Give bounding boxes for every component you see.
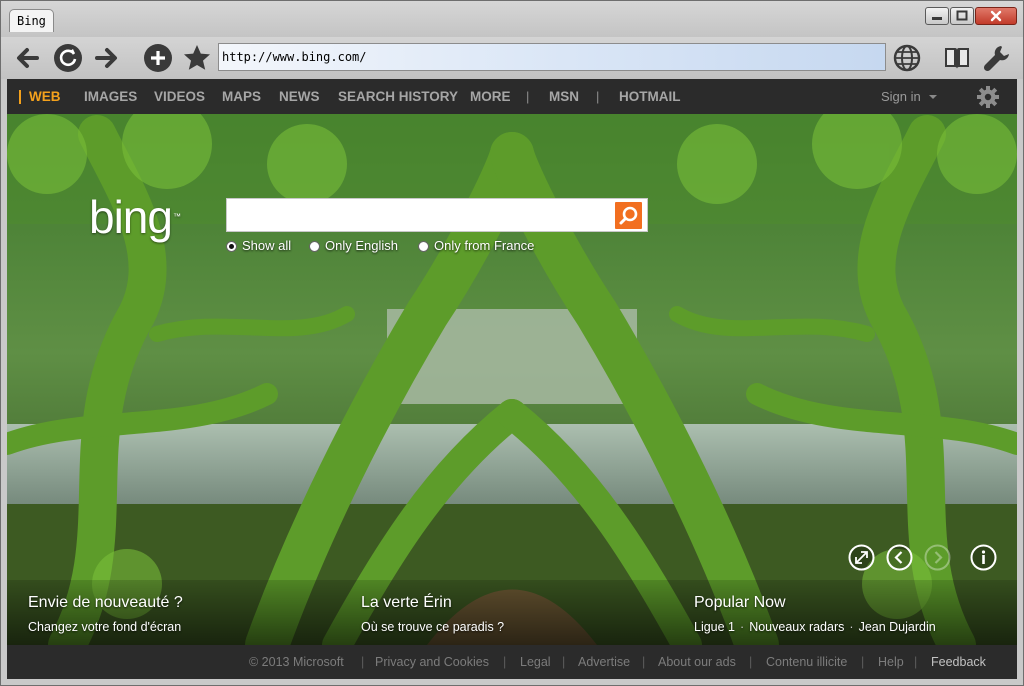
back-icon <box>17 48 39 68</box>
nav-images[interactable]: IMAGES <box>84 79 137 114</box>
add-bookmark-button[interactable] <box>142 42 174 74</box>
nav-separator: | <box>596 89 600 104</box>
search-icon <box>619 206 638 225</box>
footer-separator: | <box>361 655 365 669</box>
forward-icon <box>95 48 117 68</box>
maximize-button[interactable] <box>950 7 974 25</box>
footer-privacy-link[interactable]: Privacy and Cookies <box>375 645 489 679</box>
homepage-image: bing™ Show all Only English Only from Fr… <box>7 114 1017 645</box>
globe-icon <box>893 44 921 72</box>
nav-hotmail[interactable]: HOTMAIL <box>619 79 681 114</box>
next-image-button[interactable] <box>924 544 951 571</box>
tile-subtitle[interactable]: Où se trouve ce paradis ? <box>361 620 504 634</box>
previous-image-button[interactable] <box>886 544 913 571</box>
bookmark-star-icon <box>184 45 210 70</box>
search-input[interactable] <box>226 198 648 232</box>
footer-about-ads-link[interactable]: About our ads <box>658 645 736 679</box>
radio-dot <box>418 241 429 252</box>
radio-dot-selected <box>226 241 237 252</box>
minimize-icon <box>932 17 942 20</box>
tile-title[interactable]: Envie de nouveauté ? <box>28 594 183 612</box>
search-button[interactable] <box>615 202 642 229</box>
nav-web[interactable]: WEB <box>29 79 61 114</box>
popular-link[interactable]: Jean Dujardin <box>859 620 936 634</box>
tile-subtitle[interactable]: Changez votre fond d'écran <box>28 620 181 634</box>
settings-wrench-button[interactable] <box>981 42 1013 74</box>
address-bar[interactable]: http://www.bing.com/ <box>218 43 886 71</box>
radio-dot <box>309 241 320 252</box>
radio-only-from-france[interactable]: Only from France <box>418 238 534 254</box>
footer-separator: | <box>914 655 918 669</box>
maximize-icon <box>956 10 968 21</box>
popular-now-title: Popular Now <box>694 594 786 611</box>
fullscreen-icon <box>848 544 875 571</box>
footer-separator: | <box>861 655 865 669</box>
nav-search-history[interactable]: SEARCH HISTORY <box>338 79 458 114</box>
radio-only-english[interactable]: Only English <box>309 238 398 254</box>
radio-show-all[interactable]: Show all <box>226 238 291 254</box>
fullscreen-button[interactable] <box>848 544 875 571</box>
info-icon <box>970 544 997 571</box>
hero-caption-band <box>7 580 1017 645</box>
nav-separator: | <box>526 89 530 104</box>
footer-bar: © 2013 Microsoft | Privacy and Cookies |… <box>7 645 1017 679</box>
popular-link[interactable]: Nouveaux radars <box>749 620 844 634</box>
wrench-icon <box>983 46 1009 72</box>
popular-now-links: Ligue 1 · Nouveaux radars · Jean Dujardin <box>694 620 936 634</box>
minimize-button[interactable] <box>925 7 949 25</box>
browser-toolbar: http://www.bing.com/ <box>1 37 1023 79</box>
sign-in-link[interactable]: Sign in <box>881 79 921 114</box>
nav-videos[interactable]: VIDEOS <box>154 79 205 114</box>
back-button[interactable] <box>11 42 43 74</box>
gear-icon <box>977 86 999 108</box>
settings-button[interactable] <box>975 84 1001 110</box>
reader-button[interactable] <box>941 42 973 74</box>
next-icon <box>924 544 951 571</box>
footer-separator: | <box>642 655 646 669</box>
close-icon <box>990 10 1002 22</box>
add-icon <box>144 44 172 72</box>
forward-button[interactable] <box>91 42 123 74</box>
browser-tab[interactable]: Bing <box>9 9 54 32</box>
footer-illegal-content-link[interactable]: Contenu illicite <box>766 645 847 679</box>
bing-nav-bar: WEB IMAGES VIDEOS MAPS NEWS SEARCH HISTO… <box>7 79 1017 114</box>
footer-feedback-link[interactable]: Feedback <box>931 645 986 679</box>
browser-window: Bing http://www.bing.com/ WEB IMAGES VID… <box>0 0 1024 686</box>
footer-help-link[interactable]: Help <box>878 645 904 679</box>
footer-advertise-link[interactable]: Advertise <box>578 645 630 679</box>
reload-button[interactable] <box>52 42 84 74</box>
footer-legal-link[interactable]: Legal <box>520 645 551 679</box>
tile-title[interactable]: La verte Érin <box>361 594 452 612</box>
reload-icon <box>54 44 82 72</box>
image-info-button[interactable] <box>970 544 997 571</box>
globe-button[interactable] <box>891 42 923 74</box>
chevron-down-icon <box>929 95 937 99</box>
footer-copyright: © 2013 Microsoft <box>249 655 344 669</box>
close-button[interactable] <box>975 7 1017 25</box>
footer-separator: | <box>749 655 753 669</box>
book-icon <box>945 48 969 69</box>
title-bar: Bing <box>1 1 1023 37</box>
nav-news[interactable]: NEWS <box>279 79 320 114</box>
nav-msn[interactable]: MSN <box>549 79 579 114</box>
bing-logo: bing™ <box>89 191 181 243</box>
footer-separator: | <box>562 655 566 669</box>
previous-icon <box>886 544 913 571</box>
active-indicator <box>19 90 21 104</box>
nav-more[interactable]: MORE <box>470 79 511 114</box>
popular-link[interactable]: Ligue 1 <box>694 620 735 634</box>
bookmarks-button[interactable] <box>181 42 213 74</box>
nav-maps[interactable]: MAPS <box>222 79 261 114</box>
footer-separator: | <box>503 655 507 669</box>
